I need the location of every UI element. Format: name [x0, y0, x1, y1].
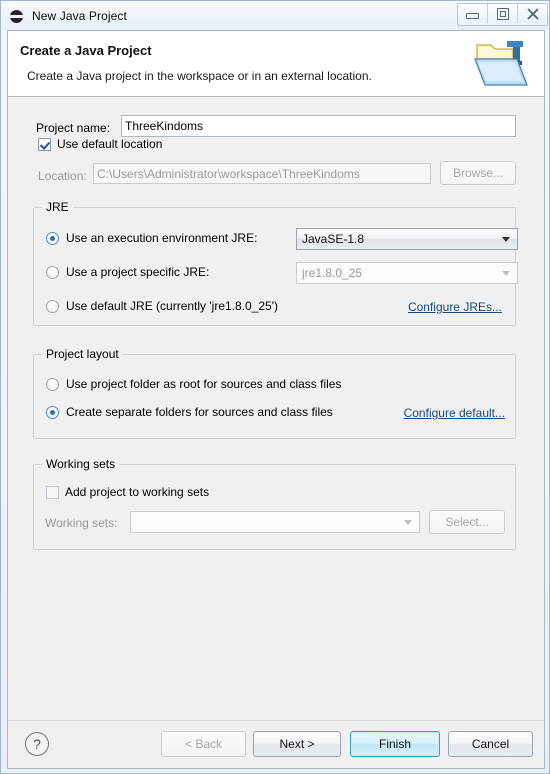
chevron-down-icon [404, 520, 412, 525]
maximize-button[interactable] [488, 4, 518, 23]
jre-default-label: Use default JRE (currently 'jre1.8.0_25'… [66, 299, 279, 313]
dialog-client-area: Create a Java Project Create a Java proj… [7, 30, 545, 769]
layout-project-folder-row[interactable]: Use project folder as root for sources a… [46, 377, 341, 391]
finish-button[interactable]: Finish [350, 731, 440, 757]
close-icon [527, 8, 539, 20]
configure-default-link[interactable]: Configure default... [404, 406, 505, 420]
eclipse-icon [9, 8, 25, 24]
layout-separate-folders-row[interactable]: Create separate folders for sources and … [46, 405, 333, 419]
close-button[interactable] [518, 4, 547, 23]
jre-group: JRE Use an execution environment JRE: Ja… [33, 200, 518, 326]
layout-separate-folders-label: Create separate folders for sources and … [66, 405, 333, 419]
working-sets-group: Working sets Add project to working sets… [33, 457, 516, 550]
working-sets-combo[interactable] [130, 511, 420, 533]
add-to-working-sets-label: Add project to working sets [65, 485, 210, 499]
jre-default-radio[interactable] [46, 299, 59, 313]
window-controls [457, 3, 548, 26]
location-input[interactable]: C:\Users\Administrator\workspace\ThreeKi… [93, 163, 431, 184]
configure-jres-link[interactable]: Configure JREs... [408, 300, 502, 314]
jre-project-specific-row[interactable]: Use a project specific JRE: [46, 265, 209, 279]
new-java-project-dialog: New Java Project Create a Java Project C… [0, 0, 550, 774]
jre-project-specific-value: jre1.8.0_25 [302, 266, 363, 280]
jre-execution-env-row[interactable]: Use an execution environment JRE: [46, 231, 257, 245]
jre-project-specific-label: Use a project specific JRE: [66, 265, 210, 279]
layout-project-folder-label: Use project folder as root for sources a… [66, 377, 342, 391]
select-working-sets-button[interactable]: Select... [429, 510, 505, 534]
use-default-location-checkbox[interactable] [38, 137, 51, 151]
window-title: New Java Project [32, 8, 127, 23]
chevron-down-icon [502, 271, 510, 276]
working-sets-row: Working sets: [45, 516, 117, 530]
add-to-working-sets-row[interactable]: Add project to working sets [46, 485, 209, 499]
minimize-icon [466, 13, 479, 19]
location-value: C:\Users\Administrator\workspace\ThreeKi… [97, 166, 360, 181]
jre-project-specific-radio[interactable] [46, 265, 59, 279]
jre-project-specific-combo[interactable]: jre1.8.0_25 [296, 262, 518, 284]
project-name-value: ThreeKindoms [125, 119, 204, 133]
working-sets-label: Working sets: [45, 516, 118, 530]
page-description: Create a Java project in the workspace o… [27, 69, 372, 83]
jre-execution-env-combo[interactable]: JavaSE-1.8 [296, 228, 518, 250]
location-row: Location: [38, 169, 87, 183]
chevron-down-icon [502, 237, 510, 242]
project-name-label: Project name: [36, 121, 111, 135]
dialog-body: Project name: ThreeKindoms Use default l… [8, 97, 544, 722]
location-label: Location: [38, 169, 87, 183]
java-project-folder-icon [471, 35, 533, 93]
project-layout-group-title: Project layout [42, 347, 123, 361]
layout-project-folder-radio[interactable] [46, 377, 59, 391]
page-title: Create a Java Project [20, 43, 152, 58]
minimize-button[interactable] [458, 4, 488, 23]
layout-separate-folders-radio[interactable] [46, 405, 59, 419]
title-bar: New Java Project [1, 1, 549, 30]
use-default-location-row[interactable]: Use default location [38, 137, 162, 151]
wizard-banner: Create a Java Project Create a Java proj… [8, 31, 544, 97]
add-to-working-sets-checkbox[interactable] [46, 485, 59, 499]
jre-execution-env-value: JavaSE-1.8 [302, 232, 365, 246]
jre-group-title: JRE [42, 200, 73, 214]
project-name-row: Project name: [36, 121, 110, 135]
working-sets-group-title: Working sets [42, 457, 120, 471]
help-button[interactable]: ? [25, 732, 49, 756]
jre-default-row[interactable]: Use default JRE (currently 'jre1.8.0_25'… [46, 299, 278, 313]
next-button[interactable]: Next > [253, 731, 341, 757]
maximize-icon [496, 7, 509, 20]
jre-execution-env-label: Use an execution environment JRE: [66, 231, 258, 245]
project-name-input[interactable]: ThreeKindoms [121, 115, 516, 137]
jre-execution-env-radio[interactable] [46, 231, 59, 245]
project-layout-group: Project layout Use project folder as roo… [33, 347, 516, 439]
browse-button[interactable]: Browse... [440, 161, 516, 185]
use-default-location-label: Use default location [57, 137, 163, 151]
dialog-button-bar: ? < Back Next > Finish Cancel [8, 720, 544, 768]
cancel-button[interactable]: Cancel [448, 731, 533, 757]
back-button[interactable]: < Back [161, 731, 246, 757]
